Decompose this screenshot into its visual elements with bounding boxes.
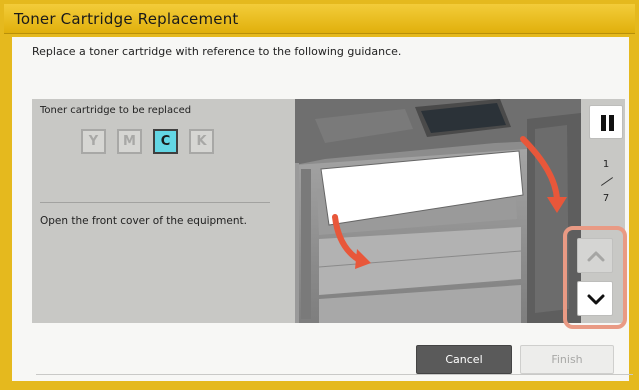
toner-chip-m: M [117, 129, 142, 154]
step-illustration [295, 99, 581, 323]
divider [40, 202, 270, 203]
previous-step-button[interactable] [577, 238, 613, 273]
pause-button[interactable] [589, 105, 623, 139]
dialog-content: Replace a toner cartridge with reference… [12, 37, 633, 381]
toner-label: Toner cartridge to be replaced [40, 105, 192, 116]
next-step-button[interactable] [577, 281, 613, 316]
toner-chip-c: C [153, 129, 178, 154]
step-current: 1 [602, 159, 610, 170]
counter-divider [600, 177, 614, 186]
dialog-title: Toner Cartridge Replacement [14, 10, 239, 28]
step-instruction: Open the front cover of the equipment. [40, 215, 247, 227]
instruction-text: Replace a toner cartridge with reference… [32, 45, 402, 58]
cancel-button[interactable]: Cancel [416, 345, 512, 374]
footer-divider [36, 374, 633, 375]
printer-illustration [295, 99, 581, 323]
toner-replacement-dialog: Toner Cartridge Replacement Replace a to… [0, 0, 639, 390]
step-counter: 1 7 [587, 159, 625, 209]
toner-chip-k: K [189, 129, 214, 154]
toner-chip-y: Y [81, 129, 106, 154]
title-bar: Toner Cartridge Replacement [4, 4, 635, 34]
toner-info-panel: Toner cartridge to be replaced Y M C K O… [32, 99, 282, 323]
chevron-down-icon [587, 294, 605, 305]
finish-button[interactable]: Finish [520, 345, 614, 374]
chevron-up-icon [587, 251, 605, 262]
step-total: 7 [602, 193, 610, 204]
guidance-panel: Toner cartridge to be replaced Y M C K O… [32, 99, 625, 323]
